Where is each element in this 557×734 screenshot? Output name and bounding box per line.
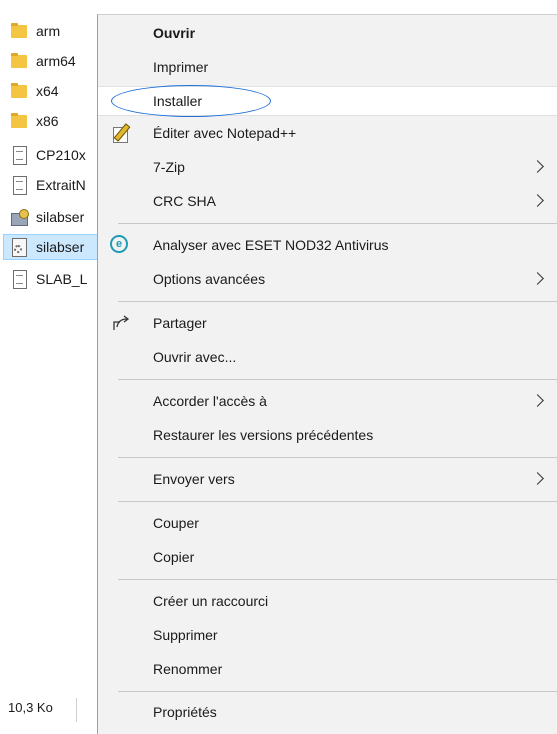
file-name: x86 <box>36 113 59 129</box>
folder-icon <box>10 111 30 131</box>
notepad-plus-plus-icon <box>111 123 131 143</box>
menu-label: Options avancées <box>153 271 266 287</box>
menu-item-eset-scan[interactable]: e Analyser avec ESET NOD32 Antivirus <box>98 230 557 260</box>
menu-label: CRC SHA <box>153 193 217 209</box>
file-name: ExtraitN <box>36 177 86 193</box>
chevron-right-icon <box>531 394 544 407</box>
menu-item-properties[interactable]: Propriétés <box>98 697 557 727</box>
file-name: silabser <box>36 239 85 255</box>
menu-label: Éditer avec Notepad++ <box>153 125 297 141</box>
menu-label: Restaurer les versions précédentes <box>153 427 374 443</box>
file-name: silabser <box>36 209 85 225</box>
menu-item-advanced-options[interactable]: Options avancées <box>98 264 557 294</box>
menu-label: Accorder l'accès à <box>153 393 267 409</box>
menu-label: Renommer <box>153 661 223 677</box>
menu-item-send-to[interactable]: Envoyer vers <box>98 464 557 494</box>
menu-label: Couper <box>153 515 199 531</box>
menu-label: Ouvrir <box>153 25 196 41</box>
folder-icon <box>10 21 30 41</box>
menu-label: Analyser avec ESET NOD32 Antivirus <box>153 237 389 253</box>
share-icon <box>111 313 131 333</box>
folder-icon <box>10 81 30 101</box>
menu-item-create-shortcut[interactable]: Créer un raccourci <box>98 586 557 616</box>
menu-separator <box>118 379 557 380</box>
menu-separator <box>118 223 557 224</box>
menu-item-open[interactable]: Ouvrir <box>98 18 557 48</box>
menu-separator <box>118 501 557 502</box>
installer-icon <box>10 207 30 227</box>
menu-label: Ouvrir avec... <box>153 349 237 365</box>
menu-item-7zip[interactable]: 7-Zip <box>98 152 557 182</box>
folder-icon <box>10 51 30 71</box>
chevron-right-icon <box>531 272 544 285</box>
menu-item-print[interactable]: Imprimer <box>98 52 557 82</box>
menu-label: 7-Zip <box>153 159 185 175</box>
menu-label: Envoyer vers <box>153 471 235 487</box>
menu-separator <box>118 301 557 302</box>
file-name: arm <box>36 23 61 39</box>
menu-label: Copier <box>153 549 195 565</box>
document-icon <box>10 145 30 165</box>
status-divider <box>76 698 77 722</box>
settings-file-icon <box>10 237 30 257</box>
menu-label: Créer un raccourci <box>153 593 269 609</box>
menu-item-copy[interactable]: Copier <box>98 542 557 572</box>
menu-item-give-access[interactable]: Accorder l'accès à <box>98 386 557 416</box>
menu-separator <box>118 579 557 580</box>
status-file-size: 10,3 Ko <box>8 700 53 715</box>
menu-item-open-with[interactable]: Ouvrir avec... <box>98 342 557 372</box>
menu-separator <box>118 691 557 692</box>
menu-label: Propriétés <box>153 704 217 720</box>
menu-item-cut[interactable]: Couper <box>98 508 557 538</box>
menu-item-delete[interactable]: Supprimer <box>98 620 557 650</box>
menu-label: Partager <box>153 315 207 331</box>
menu-item-edit-notepad[interactable]: Éditer avec Notepad++ <box>98 118 557 148</box>
context-menu: Ouvrir Imprimer Installer Éditer avec No… <box>97 14 557 734</box>
document-icon <box>10 269 30 289</box>
chevron-right-icon <box>531 194 544 207</box>
eset-antivirus-icon: e <box>110 235 128 253</box>
highlight-circle-annotation <box>111 85 271 117</box>
menu-item-share[interactable]: Partager <box>98 308 557 338</box>
file-name: arm64 <box>36 53 76 69</box>
chevron-right-icon <box>531 472 544 485</box>
file-name: x64 <box>36 83 59 99</box>
menu-label: Imprimer <box>153 59 209 75</box>
file-name: CP210x <box>36 147 86 163</box>
file-name: SLAB_L <box>36 271 88 287</box>
menu-item-crc-sha[interactable]: CRC SHA <box>98 186 557 216</box>
menu-label: Supprimer <box>153 627 218 643</box>
document-icon <box>10 175 30 195</box>
chevron-right-icon <box>531 160 544 173</box>
menu-separator <box>118 457 557 458</box>
file-row-silabser-inf[interactable]: silabser <box>3 234 99 260</box>
menu-item-rename[interactable]: Renommer <box>98 654 557 684</box>
menu-item-restore-versions[interactable]: Restaurer les versions précédentes <box>98 420 557 450</box>
